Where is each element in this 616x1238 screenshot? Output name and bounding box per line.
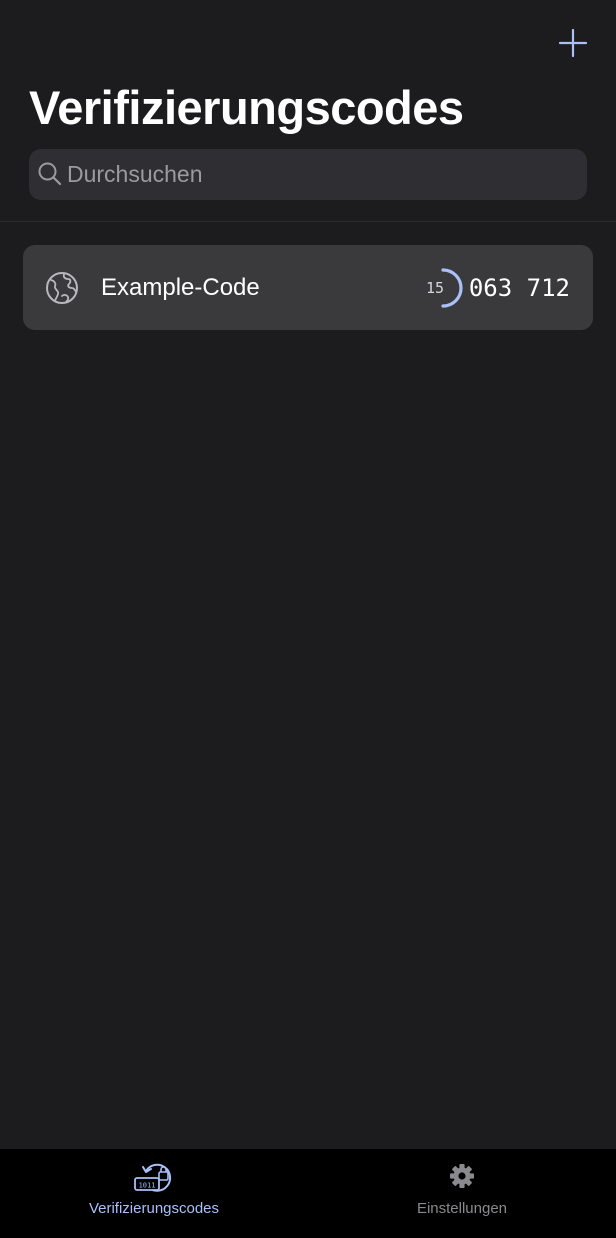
page-title: Verifizierungscodes	[29, 81, 464, 134]
tab-label-settings: Einstellungen	[416, 1200, 508, 1217]
timer-seconds: 15	[425, 279, 445, 297]
header-divider	[0, 221, 616, 222]
countdown-timer: 15	[422, 267, 464, 309]
tab-label-codes: Verifizierungscodes	[88, 1200, 220, 1217]
otp-code[interactable]: 063 712	[469, 272, 570, 304]
codes-icon: 1011	[134, 1163, 172, 1192]
code-row-example[interactable]: Example-Code 15 063 712	[23, 245, 593, 330]
search-bar[interactable]	[29, 149, 587, 200]
svg-text:1011: 1011	[139, 1182, 156, 1190]
tab-bar: 1011 Verifizierungscodes Einstellungen	[0, 1149, 616, 1238]
search-input[interactable]	[67, 149, 577, 200]
plus-icon	[558, 28, 588, 58]
tab-verification-codes[interactable]: 1011 Verifizierungscodes	[0, 1149, 308, 1238]
code-name: Example-Code	[101, 274, 260, 301]
search-icon	[38, 162, 62, 186]
gear-icon	[450, 1164, 474, 1188]
globe-icon	[46, 272, 78, 304]
tab-settings[interactable]: Einstellungen	[308, 1149, 616, 1238]
add-button[interactable]	[556, 26, 590, 60]
